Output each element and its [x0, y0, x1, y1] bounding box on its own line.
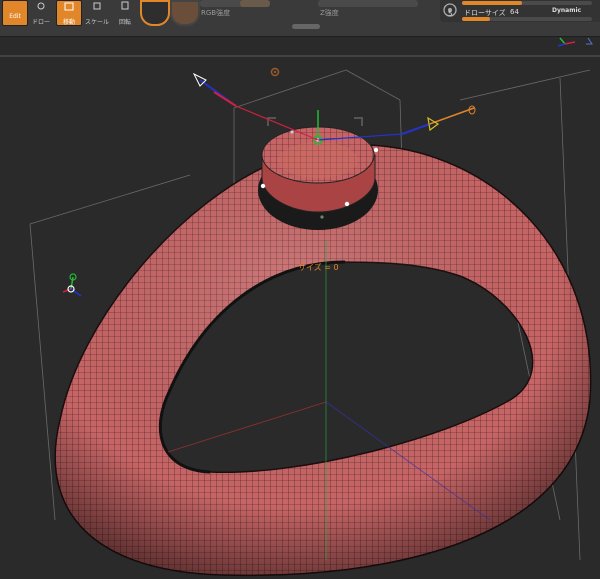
disc-highlight: [278, 142, 358, 178]
z-intensity-slider[interactable]: [318, 0, 418, 7]
scale-button[interactable]: スケール: [84, 0, 110, 26]
3d-viewport[interactable]: サイズ = 0: [0, 36, 600, 579]
toolbar-scroll-thumb[interactable]: [292, 24, 320, 29]
intensity-fill: [462, 1, 522, 5]
gizmo-handle-left[interactable]: [192, 72, 237, 107]
top-toolbar: Edit ドロー 移動 スケール 回転 RGB強度 Z強度 5 ドローサイズ 6…: [0, 0, 600, 37]
gizmo-x-axis[interactable]: [235, 105, 319, 141]
rgb-intensity-label: RGB強度: [201, 9, 231, 17]
move-label: 移動: [62, 19, 75, 26]
view-orientation-gizmo[interactable]: [557, 37, 593, 47]
draw-size-fill: [462, 17, 490, 21]
rotate-button[interactable]: 回転: [112, 0, 138, 26]
draw-size-panel: 5 ドローサイズ 64 Dynamic: [440, 0, 600, 22]
world-x-axis: [167, 401, 327, 453]
draw-button[interactable]: ドロー: [28, 0, 54, 26]
draw-size-value: 64: [510, 8, 519, 16]
z-intensity-label: Z強度: [320, 9, 339, 17]
rotate-label: 回転: [118, 19, 131, 26]
draw-label: ドロー: [31, 19, 50, 26]
scale-label: スケール: [84, 19, 109, 26]
edit-button[interactable]: Edit: [2, 0, 28, 26]
edit-label: Edit: [9, 13, 21, 20]
viewport-canvas[interactable]: [0, 36, 600, 579]
dynamic-label[interactable]: Dynamic: [552, 7, 581, 14]
draw-size-slider[interactable]: [462, 17, 592, 21]
material-button[interactable]: [170, 0, 200, 26]
size-readout: サイズ = 0: [298, 263, 339, 272]
gizmo-handle-right[interactable]: [401, 105, 476, 135]
gizmo-settings-icon[interactable]: [270, 67, 280, 77]
rgb-intensity-handle[interactable]: [240, 0, 270, 7]
sculpt-mode-button[interactable]: [140, 0, 170, 26]
intensity-slider[interactable]: [462, 1, 592, 5]
focal-shift-value: 5: [448, 10, 453, 18]
left-transform-gizmo[interactable]: [62, 273, 82, 297]
move-button[interactable]: 移動: [56, 0, 82, 26]
